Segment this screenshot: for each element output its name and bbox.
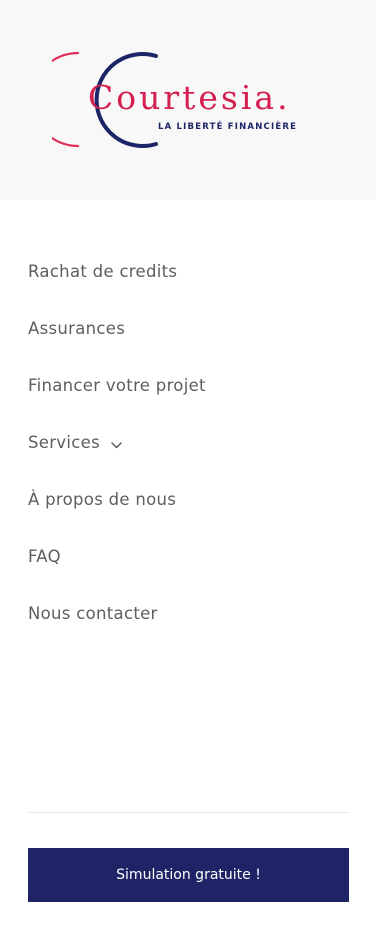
logo-tagline: LA LIBERTÉ FINANCIÈRE [158,122,298,132]
nav-item-services[interactable]: Services [28,414,348,471]
nav-item-label: Nous contacter [28,604,158,623]
simulation-button[interactable]: Simulation gratuite ! [28,848,349,902]
nav-item-financer-votre-projet[interactable]: Financer votre projet [28,357,348,414]
nav-item-label: FAQ [28,547,61,566]
nav-item-label: Rachat de credits [28,262,178,281]
divider [28,812,349,813]
logo-wordmark: Courtesia. [88,78,291,117]
nav-item-a-propos-de-nous[interactable]: À propos de nous [28,471,348,528]
chevron-down-icon[interactable] [111,434,122,453]
nav-item-faq[interactable]: FAQ [28,528,348,585]
nav-item-label: Financer votre projet [28,376,206,395]
site-header: Courtesia. LA LIBERTÉ FINANCIÈRE [0,0,376,200]
nav-item-label: Services [28,433,100,452]
nav-item-rachat-de-credits[interactable]: Rachat de credits [28,243,348,300]
main-nav: Rachat de credits Assurances Financer vo… [28,243,348,642]
nav-item-assurances[interactable]: Assurances [28,300,348,357]
logo[interactable]: Courtesia. LA LIBERTÉ FINANCIÈRE [52,44,332,158]
nav-item-label: Assurances [28,319,126,338]
nav-item-nous-contacter[interactable]: Nous contacter [28,585,348,642]
nav-item-label: À propos de nous [28,490,177,509]
